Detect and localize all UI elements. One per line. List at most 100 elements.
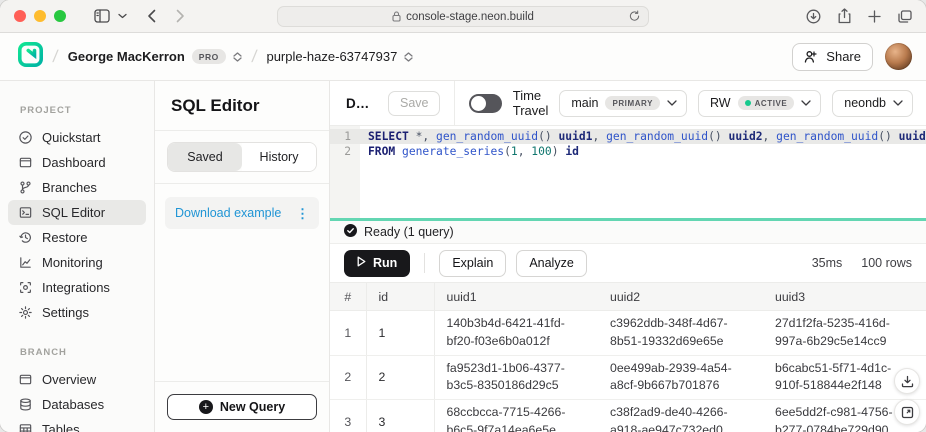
people-icon (804, 50, 819, 63)
table-header-row: #iduuid1uuid2uuid3 (330, 283, 926, 311)
table-cell: 2 (330, 355, 366, 400)
run-button[interactable]: Run (344, 250, 410, 277)
code-line[interactable]: 1SELECT *, gen_random_uuid() uuid1, gen_… (330, 129, 926, 144)
column-header-uuid2: uuid2 (598, 283, 763, 311)
share-page-icon[interactable] (838, 8, 851, 24)
org-name: George MacKerron (68, 49, 185, 64)
sidebar-item-label: Monitoring (42, 255, 103, 270)
save-button[interactable]: Save (388, 91, 441, 116)
address-bar[interactable]: console-stage.neon.build (277, 6, 649, 27)
editor-panel: Download example Save Time Travel main P… (330, 81, 926, 432)
code-line[interactable]: 2FROM generate_series(1, 100) id (330, 144, 926, 159)
download-results-button[interactable] (894, 368, 920, 394)
compute-dropdown-value: RW (710, 96, 731, 110)
chevron-down-icon (893, 100, 903, 106)
back-icon[interactable] (147, 9, 156, 23)
column-header-num: # (330, 283, 366, 311)
new-query-button[interactable]: + New Query (167, 394, 317, 420)
branch-nav-list: OverviewDatabasesTablesRoles (8, 367, 146, 432)
column-header-id: id (366, 283, 434, 311)
tab-history[interactable]: History (242, 143, 316, 171)
share-button[interactable]: Share (792, 43, 873, 71)
sidebar-toggle-icon[interactable] (94, 9, 110, 23)
saved-history-tabs: Saved History (167, 142, 317, 172)
saved-query-label: Download example (175, 206, 296, 220)
active-badge: ACTIVE (738, 96, 795, 110)
kebab-menu-icon[interactable]: ⋮ (296, 207, 309, 220)
expand-results-button[interactable] (894, 399, 920, 425)
sql-code-editor[interactable]: 1SELECT *, gen_random_uuid() uuid1, gen_… (330, 125, 926, 218)
org-selector[interactable]: George MacKerron PRO (68, 49, 242, 64)
page-title: SQL Editor (155, 81, 329, 130)
tab-saved[interactable]: Saved (168, 143, 242, 171)
project-name: purple-haze-63747937 (266, 49, 397, 64)
sidebar-item-quickstart[interactable]: Quickstart (8, 125, 146, 150)
sidebar-item-settings[interactable]: Settings (8, 300, 146, 325)
explain-button[interactable]: Explain (439, 250, 506, 277)
saved-query-item[interactable]: Download example ⋮ (165, 197, 319, 229)
downloads-icon[interactable] (806, 9, 821, 24)
table-row[interactable]: 11140b3b4d-6421-41fd-bf20-f03e6b0a012fc3… (330, 311, 926, 356)
table-cell: 68ccbcca-7715-4266-b6c5-9f7a14ea6e5e (434, 400, 598, 432)
status-text: Ready (1 query) (364, 225, 454, 239)
sidebar-item-label: Overview (42, 372, 96, 387)
database-dropdown[interactable]: neondb (832, 90, 913, 117)
time-travel-toggle[interactable] (469, 94, 502, 113)
sidebar-item-label: Databases (42, 397, 104, 412)
database-icon (18, 397, 33, 412)
table-cell: 1 (330, 311, 366, 356)
chevron-down-icon (667, 100, 677, 106)
zoom-window-icon[interactable] (54, 10, 66, 22)
sidebar-item-restore[interactable]: Restore (8, 225, 146, 250)
forward-icon[interactable] (176, 9, 185, 23)
branch-dropdown[interactable]: main PRIMARY (559, 90, 687, 117)
results-floating-actions (894, 368, 920, 425)
table-row[interactable]: 3368ccbcca-7715-4266-b6c5-9f7a14ea6e5ec3… (330, 400, 926, 432)
url-text: console-stage.neon.build (406, 11, 534, 23)
user-avatar[interactable] (885, 43, 912, 70)
sidebar-item-tables[interactable]: Tables (8, 417, 146, 432)
org-selector-chevrons-icon (233, 52, 242, 62)
sidebar-item-branches[interactable]: Branches (8, 175, 146, 200)
integrations-icon (18, 280, 33, 295)
neon-logo[interactable] (18, 42, 43, 72)
sidebar-item-dashboard[interactable]: Dashboard (8, 150, 146, 175)
table-cell: 140b3b4d-6421-41fd-bf20-f03e6b0a012f (434, 311, 598, 356)
table-cell: 27d1f2fa-5235-416d-997a-6b29c5e14cc9 (763, 311, 926, 356)
close-window-icon[interactable] (14, 10, 26, 22)
sidebar-item-databases[interactable]: Databases (8, 392, 146, 417)
table-cell: 3 (330, 400, 366, 432)
saved-query-list: Download example ⋮ (155, 184, 329, 381)
line-number: 1 (330, 129, 360, 144)
database-dropdown-value: neondb (844, 96, 886, 110)
traffic-lights (14, 10, 66, 22)
column-header-uuid1: uuid1 (434, 283, 598, 311)
sidebar-item-monitoring[interactable]: Monitoring (8, 250, 146, 275)
table-cell: 3 (366, 400, 434, 432)
browser-window: console-stage.neon.build (0, 0, 926, 432)
project-selector[interactable]: purple-haze-63747937 (266, 49, 413, 64)
sidebar-item-label: Settings (42, 305, 89, 320)
sidebar-item-sql-editor[interactable]: SQL Editor (8, 200, 146, 225)
sidebar-item-overview[interactable]: Overview (8, 367, 146, 392)
expand-icon (901, 406, 914, 419)
run-label: Run (373, 256, 397, 270)
results-table-container: #iduuid1uuid2uuid3 11140b3b4d-6421-41fd-… (330, 282, 926, 432)
minimize-window-icon[interactable] (34, 10, 46, 22)
analyze-button[interactable]: Analyze (516, 250, 586, 277)
sidebar-item-label: Quickstart (42, 130, 101, 145)
column-header-uuid3: uuid3 (763, 283, 926, 311)
sidebar-item-label: Dashboard (42, 155, 106, 170)
sidebar-item-integrations[interactable]: Integrations (8, 275, 146, 300)
compute-dropdown[interactable]: RW ACTIVE (698, 90, 821, 117)
lock-icon (392, 11, 401, 22)
active-dot-icon (745, 100, 751, 106)
table-row[interactable]: 22fa9523d1-1b06-4377-b3c5-8350186d29c50e… (330, 355, 926, 400)
new-tab-icon[interactable] (868, 10, 881, 23)
tab-overview-icon[interactable] (898, 10, 912, 23)
sidebar-chevron-icon[interactable] (118, 13, 127, 19)
branch-dropdown-value: main (571, 96, 598, 110)
reload-icon[interactable] (629, 10, 640, 22)
app-header: / George MacKerron PRO / purple-haze-637… (0, 33, 926, 81)
code-text: FROM generate_series(1, 100) id (360, 144, 579, 159)
